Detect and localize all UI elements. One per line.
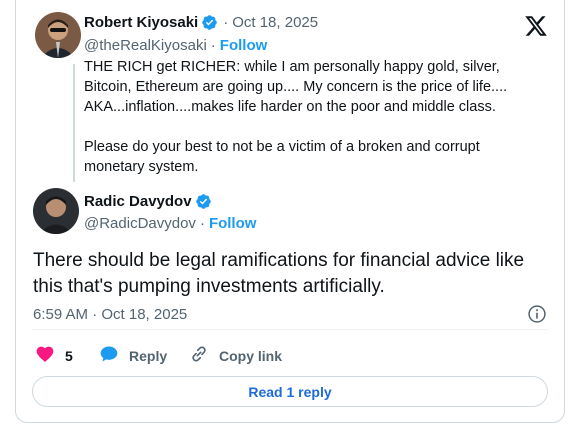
text-line: AKA...inflation....makes life harder on … bbox=[84, 99, 496, 115]
reply-subheader: @RadicDavydov · Follow bbox=[84, 215, 256, 232]
read-replies-label: Read 1 reply bbox=[248, 383, 332, 400]
text-line: Bitcoin, Ethereum are going up.... My co… bbox=[84, 79, 508, 95]
reply-button[interactable]: Reply bbox=[99, 344, 167, 367]
copy-link-button[interactable]: Copy link bbox=[189, 344, 282, 367]
reply-text: There should be legal ramifications for … bbox=[33, 248, 553, 300]
x-logo-icon[interactable] bbox=[524, 14, 548, 38]
reply-timestamp[interactable]: 6:59 AM · Oct 18, 2025 bbox=[33, 306, 187, 323]
follow-original-button[interactable]: Follow bbox=[220, 37, 268, 54]
like-count: 5 bbox=[65, 347, 73, 364]
heart-icon bbox=[35, 344, 55, 367]
separator-dot: · bbox=[223, 14, 229, 31]
reply-handle[interactable]: @RadicDavydov bbox=[84, 215, 196, 232]
text-line: monetary system. bbox=[84, 159, 199, 175]
kiyosaki-avatar[interactable] bbox=[35, 12, 81, 58]
verified-badge-icon bbox=[195, 193, 212, 210]
read-replies-button[interactable]: Read 1 reply bbox=[32, 376, 548, 407]
original-date[interactable]: Oct 18, 2025 bbox=[232, 14, 318, 31]
verified-badge-icon bbox=[201, 14, 218, 31]
divider bbox=[32, 329, 548, 330]
thread-line bbox=[73, 64, 75, 182]
like-button[interactable]: 5 bbox=[35, 344, 73, 367]
original-author-name[interactable]: Robert Kiyosaki bbox=[84, 14, 198, 31]
davydov-avatar[interactable] bbox=[33, 188, 79, 234]
reply-header: Radic Davydov bbox=[84, 193, 212, 210]
original-header: Robert Kiyosaki · Oct 18, 2025 bbox=[84, 14, 318, 31]
original-handle[interactable]: @theRealKiyosaki bbox=[84, 37, 207, 54]
text-line: THE RICH get RICHER: while I am personal… bbox=[84, 59, 500, 75]
link-icon bbox=[189, 344, 209, 367]
text-line bbox=[84, 117, 554, 137]
reply-label: Reply bbox=[129, 347, 168, 364]
original-text: THE RICH get RICHER: while I am personal… bbox=[84, 57, 554, 177]
reply-author-name[interactable]: Radic Davydov bbox=[84, 193, 192, 210]
info-icon[interactable] bbox=[527, 304, 547, 324]
follow-reply-button[interactable]: Follow bbox=[209, 215, 257, 232]
separator-dot: · bbox=[210, 37, 216, 54]
separator-dot: · bbox=[199, 215, 205, 232]
text-line: Please do your best to not be a victim o… bbox=[84, 139, 480, 155]
copy-link-label: Copy link bbox=[219, 347, 283, 364]
text-line: There should be legal ramifications for … bbox=[33, 250, 525, 271]
text-line: this that's pumping investments artifici… bbox=[33, 276, 385, 297]
original-subheader: @theRealKiyosaki · Follow bbox=[84, 37, 267, 54]
reply-bubble-icon bbox=[99, 344, 119, 367]
embedded-post-card: Robert Kiyosaki · Oct 18, 2025 @theRealK… bbox=[15, 0, 565, 423]
